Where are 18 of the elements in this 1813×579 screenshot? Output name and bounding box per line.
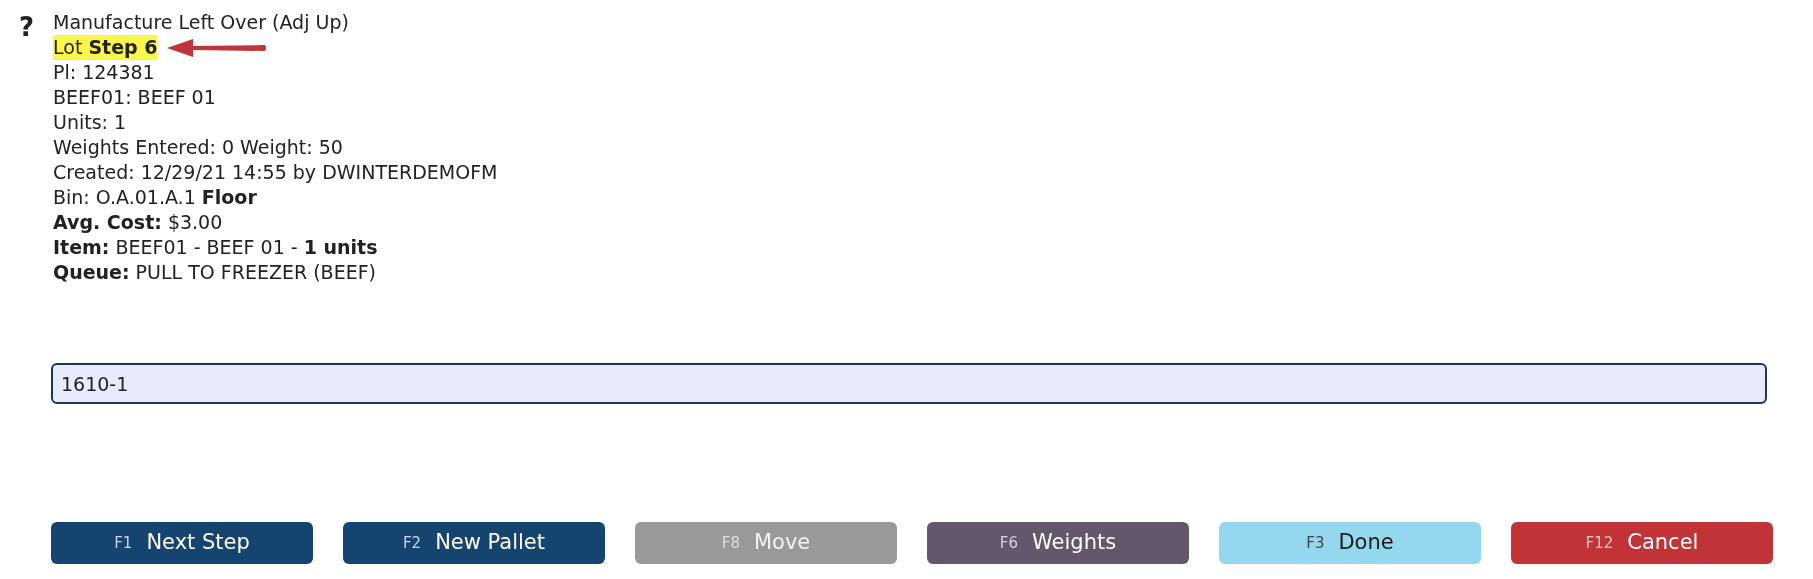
scan-field[interactable]: 1610-1 (51, 363, 1767, 404)
info-line: Item: BEEF01 - BEEF 01 - 1 units (53, 235, 378, 260)
info-line: Weights Entered: 0 Weight: 50 (53, 135, 343, 160)
function-button[interactable]: F6 Weights (927, 522, 1189, 564)
help-icon[interactable]: ? (18, 12, 35, 285)
title: Manufacture Left Over (Adj Up) (53, 10, 350, 35)
info-line: Bin: O.A.01.A.1 Floor (53, 185, 257, 210)
function-button[interactable]: F12 Cancel (1511, 522, 1773, 564)
function-button[interactable]: F1 Next Step (51, 522, 313, 564)
arrow-icon (167, 38, 268, 57)
function-button[interactable]: F3 Done (1219, 522, 1481, 564)
function-button[interactable]: F2 New Pallet (343, 522, 605, 564)
info-line: Queue: PULL TO FREEZER (BEEF) (53, 260, 376, 285)
info-line: Created: 12/29/21 14:55 by DWINTERDEMOFM (53, 160, 498, 185)
info-line: BEEF01: BEEF 01 (53, 85, 216, 110)
info-line: Avg. Cost: $3.00 (53, 210, 223, 235)
info-line: Units: 1 (53, 110, 127, 135)
info-line: Pl: 124381 (53, 60, 155, 85)
